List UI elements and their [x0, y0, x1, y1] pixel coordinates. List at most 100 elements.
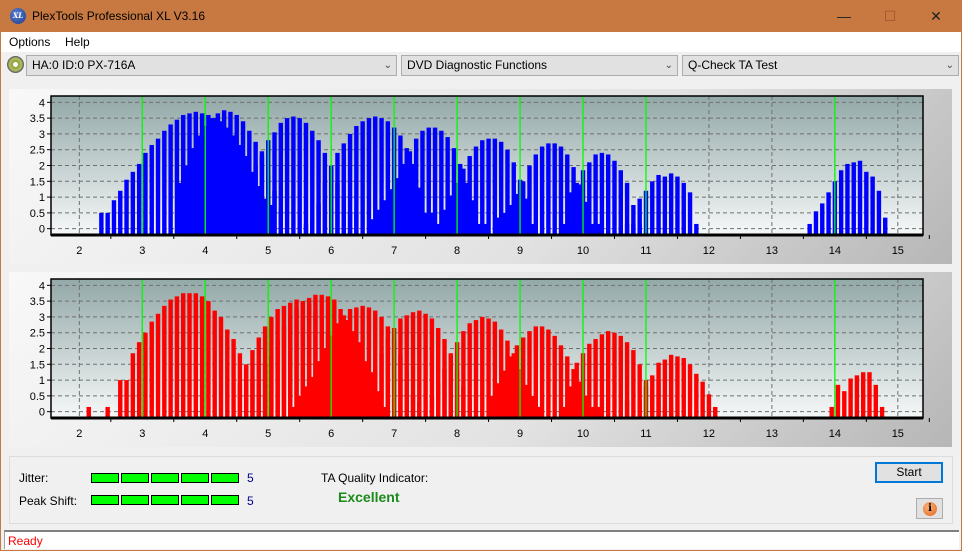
histogram-bar: [637, 198, 642, 235]
menu-options[interactable]: Options: [9, 35, 50, 49]
info-icon: i: [923, 502, 937, 516]
histogram-bar: [130, 171, 136, 235]
histogram-bar: [857, 160, 863, 235]
info-button[interactable]: i: [916, 498, 943, 519]
histogram-bar: [369, 219, 375, 235]
y-tick-label: 2.5: [30, 145, 45, 157]
histogram-bar: [848, 378, 853, 418]
histogram-bar: [303, 122, 309, 235]
x-tick-label: 5: [265, 428, 271, 440]
histogram-bar: [196, 135, 202, 235]
histogram-bar: [574, 362, 579, 418]
histogram-bar: [231, 339, 236, 418]
histogram-bar: [687, 192, 693, 235]
histogram-bar: [561, 223, 567, 235]
drive-select-value: HA:0 ID:0 PX-716A: [32, 58, 136, 72]
histogram-bar: [288, 302, 293, 418]
histogram-bar: [322, 181, 328, 235]
test-select[interactable]: Q-Check TA Test ⌄: [682, 55, 959, 76]
histogram-bar: [322, 348, 328, 418]
histogram-bar: [275, 309, 280, 418]
histogram-bar: [341, 143, 346, 235]
histogram-bar: [539, 146, 545, 235]
x-tick-label: 11: [640, 428, 651, 440]
y-tick-label: 4: [39, 280, 45, 292]
histogram-bar: [807, 223, 812, 235]
histogram-bar: [413, 138, 419, 235]
histogram-bar: [215, 113, 221, 235]
histogram-bar: [303, 223, 309, 235]
maximize-button[interactable]: ☐: [867, 1, 913, 32]
close-button[interactable]: ✕: [913, 1, 959, 32]
histogram-bar: [813, 211, 819, 235]
histogram-bar: [291, 116, 296, 235]
y-tick-label: 1.5: [30, 359, 45, 371]
histogram-bar: [366, 381, 372, 418]
histogram-bar: [442, 209, 447, 235]
x-tick-label: 8: [454, 428, 460, 440]
histogram-bar: [149, 144, 154, 235]
histogram-bar: [155, 138, 161, 235]
histogram-bar: [259, 151, 265, 235]
histogram-bar: [687, 364, 693, 418]
results-group: [9, 456, 953, 524]
ta-quality-label: TA Quality Indicator:: [321, 471, 429, 485]
chevron-down-icon: ⌄: [383, 60, 392, 71]
x-tick-label: 3: [139, 245, 145, 257]
y-tick-label: 1.5: [30, 176, 45, 188]
histogram-bar: [105, 212, 110, 235]
histogram-bar: [854, 375, 860, 418]
window-title: PlexTools Professional XL V3.16: [32, 9, 205, 23]
x-tick-label: 9: [517, 245, 523, 257]
histogram-bar: [272, 132, 277, 235]
histogram-bar: [177, 182, 183, 235]
histogram-bar: [851, 162, 856, 235]
histogram-bar: [668, 354, 674, 418]
function-select[interactable]: DVD Diagnostic Functions ⌄: [401, 55, 678, 76]
histogram-bar: [552, 143, 557, 235]
histogram-bar: [407, 151, 413, 235]
histogram-bar: [218, 316, 224, 418]
histogram-bar: [826, 192, 831, 235]
histogram-bar: [404, 315, 409, 418]
histogram-bar: [694, 223, 699, 235]
histogram-bar: [297, 118, 302, 235]
histogram-bar: [527, 331, 532, 418]
histogram-bar: [631, 223, 636, 235]
start-button[interactable]: Start: [875, 462, 943, 483]
histogram-bar: [618, 170, 623, 235]
histogram-bar: [388, 189, 394, 235]
histogram-bar: [675, 176, 680, 235]
histogram-bar: [426, 127, 431, 235]
jitter-chart-blue: 0 0.5 1 1.5 2 2.5 3 3.5 4 2 3 4 5 6 7 8 9 10 11 12 13 14 15: [9, 89, 952, 264]
minimize-button[interactable]: —: [821, 1, 867, 32]
histogram-bar: [605, 154, 611, 235]
histogram-bar: [502, 212, 507, 235]
menu-help[interactable]: Help: [65, 35, 90, 49]
histogram-bar: [382, 200, 387, 235]
histogram-bar: [480, 140, 485, 235]
histogram-bar: [278, 122, 284, 235]
histogram-bar: [193, 293, 199, 418]
x-tick-label: 9: [517, 428, 523, 440]
peak-shift-chart-red: 0 0.5 1 1.5 2 2.5 3 3.5 4 2 3 4 5 6 7 8 9 10 11 12 13 14 15: [9, 272, 952, 447]
histogram-bar: [237, 383, 243, 418]
histogram-bar: [539, 326, 545, 418]
histogram-bar: [489, 395, 494, 418]
histogram-bar: [502, 370, 507, 418]
drive-select[interactable]: HA:0 ID:0 PX-716A ⌄: [26, 55, 397, 76]
histogram-bar: [713, 406, 718, 418]
histogram-bar: [876, 190, 882, 235]
histogram-bar: [631, 350, 636, 418]
histogram-bar: [593, 339, 598, 418]
x-tick-label: 6: [328, 428, 334, 440]
status-text: Ready: [8, 534, 43, 548]
histogram-bar: [870, 176, 875, 235]
histogram-bar: [184, 165, 189, 235]
x-tick-label: 14: [829, 428, 841, 440]
y-tick-label: 2: [39, 344, 45, 356]
x-tick-label: 2: [76, 245, 82, 257]
histogram-bar: [395, 178, 400, 235]
histogram-bar: [552, 335, 557, 418]
peak-shift-meter-segment: [151, 495, 179, 505]
